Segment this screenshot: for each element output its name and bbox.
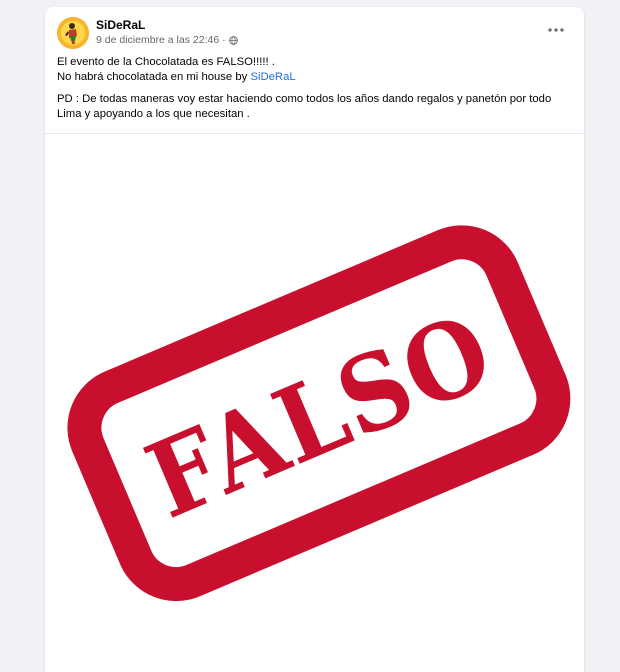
post-paragraph-2: PD : De todas maneras voy estar haciendo… — [57, 93, 552, 120]
avatar-figure-icon — [57, 17, 89, 49]
post-header: SiDeRaL 9 de diciembre a las 22:46 · — [45, 7, 584, 55]
author-name[interactable]: SiDeRaL — [96, 18, 145, 32]
post-timestamp[interactable]: 9 de diciembre a las 22:46 — [96, 34, 219, 46]
post-meta: 9 de diciembre a las 22:46 · — [96, 34, 238, 46]
post-line-2: No habrá chocolatada en mi house by SiDe… — [57, 70, 572, 85]
post-text: El evento de la Chocolatada es FALSO!!!!… — [45, 55, 584, 122]
meta-separator: · — [222, 34, 226, 46]
globe-icon[interactable] — [228, 35, 238, 45]
author-avatar[interactable] — [57, 17, 89, 49]
stamp-text: FALSO — [130, 289, 509, 543]
post-image[interactable]: FALSO — [45, 133, 584, 672]
falso-stamp-image: FALSO — [67, 225, 571, 602]
more-options-button[interactable] — [544, 21, 568, 39]
post-line-2-text: No habrá chocolatada en mi house by — [57, 71, 251, 83]
post-line-1: El evento de la Chocolatada es FALSO!!!!… — [57, 56, 275, 68]
author-mention-link[interactable]: SiDeRaL — [250, 71, 295, 83]
post-card: SiDeRaL 9 de diciembre a las 22:46 · El … — [45, 7, 584, 672]
more-options-icon — [548, 28, 564, 32]
